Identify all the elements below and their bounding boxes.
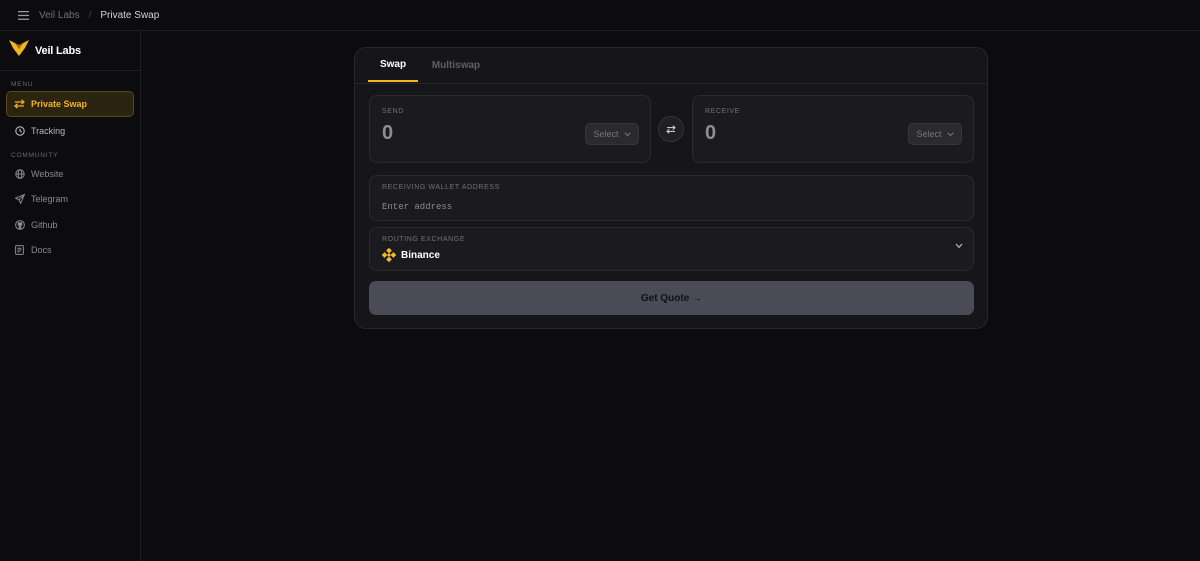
top-bar: Veil Labs / Private Swap bbox=[0, 0, 1200, 31]
sidebar-item-label: Private Swap bbox=[31, 99, 88, 109]
globe-icon bbox=[14, 168, 25, 179]
breadcrumb: Veil Labs / Private Swap bbox=[39, 10, 159, 21]
breadcrumb-current: Private Swap bbox=[100, 9, 160, 21]
sidebar-item-tracking[interactable]: Tracking bbox=[6, 118, 134, 144]
binance-icon bbox=[382, 248, 396, 262]
tab-multiswap[interactable]: Multiswap bbox=[427, 48, 485, 83]
chevron-down-icon bbox=[623, 131, 631, 137]
send-icon bbox=[14, 194, 25, 205]
routing-exchange-label: ROUTING EXCHANGE bbox=[382, 236, 466, 243]
github-icon bbox=[14, 219, 25, 230]
chevron-down-icon bbox=[946, 131, 954, 137]
sidebar-item-label: Docs bbox=[31, 245, 52, 256]
sidebar-item-website[interactable]: Website bbox=[6, 161, 134, 187]
swap-arrows-icon bbox=[14, 99, 25, 110]
brand[interactable]: Veil Labs bbox=[0, 31, 140, 71]
sidebar-item-github[interactable]: Github bbox=[6, 212, 134, 238]
swap-arrows-icon bbox=[666, 124, 676, 134]
menu-section-label: MENU bbox=[11, 81, 34, 88]
receive-label: RECEIVE bbox=[705, 108, 740, 115]
swap-tabs: Swap Multiswap bbox=[355, 48, 987, 84]
breadcrumb-separator: / bbox=[88, 9, 92, 21]
sidebar-item-docs[interactable]: Docs bbox=[6, 238, 134, 264]
sidebar-item-telegram[interactable]: Telegram bbox=[6, 187, 134, 213]
tab-swap[interactable]: Swap bbox=[368, 48, 418, 82]
select-label: Select bbox=[916, 129, 942, 139]
routing-exchange-select[interactable]: ROUTING EXCHANGE Binance bbox=[369, 227, 974, 271]
document-icon bbox=[14, 245, 25, 256]
brand-name: Veil Labs bbox=[35, 44, 81, 57]
receive-amount-value: 0 bbox=[705, 122, 717, 144]
sidebar-item-label: Telegram bbox=[31, 194, 69, 205]
hamburger-menu-icon[interactable] bbox=[16, 8, 30, 22]
swap-card: Swap Multiswap SEND 0 Select RECEIVE 0 S… bbox=[354, 47, 988, 329]
switch-direction-button[interactable] bbox=[658, 116, 684, 142]
send-token-select[interactable]: Select bbox=[585, 123, 639, 145]
selected-exchange: Binance bbox=[382, 248, 440, 262]
breadcrumb-root[interactable]: Veil Labs bbox=[39, 10, 80, 21]
select-label: Select bbox=[593, 129, 619, 139]
sidebar: Veil Labs MENU Private Swap Tracking COM… bbox=[0, 31, 141, 561]
sidebar-item-private-swap[interactable]: Private Swap bbox=[6, 91, 134, 117]
get-quote-button[interactable]: Get Quote → bbox=[369, 281, 974, 315]
wallet-address-label: RECEIVING WALLET ADDRESS bbox=[382, 184, 500, 191]
sidebar-item-label: Tracking bbox=[31, 126, 66, 136]
sidebar-item-label: Github bbox=[31, 219, 58, 230]
receive-panel: RECEIVE 0 Select bbox=[692, 95, 974, 163]
fox-logo-icon bbox=[9, 40, 29, 61]
chevron-down-icon bbox=[955, 243, 963, 249]
send-label: SEND bbox=[382, 108, 404, 115]
wallet-address-panel: RECEIVING WALLET ADDRESS bbox=[369, 175, 974, 221]
clock-icon bbox=[14, 126, 25, 137]
send-amount-input[interactable]: 0 bbox=[382, 122, 393, 145]
send-panel: SEND 0 Select bbox=[369, 95, 651, 163]
community-section-label: COMMUNITY bbox=[11, 152, 59, 159]
exchange-name: Binance bbox=[401, 249, 440, 261]
receive-token-select[interactable]: Select bbox=[908, 123, 962, 145]
sidebar-item-label: Website bbox=[31, 168, 64, 179]
wallet-address-input[interactable] bbox=[382, 200, 942, 214]
